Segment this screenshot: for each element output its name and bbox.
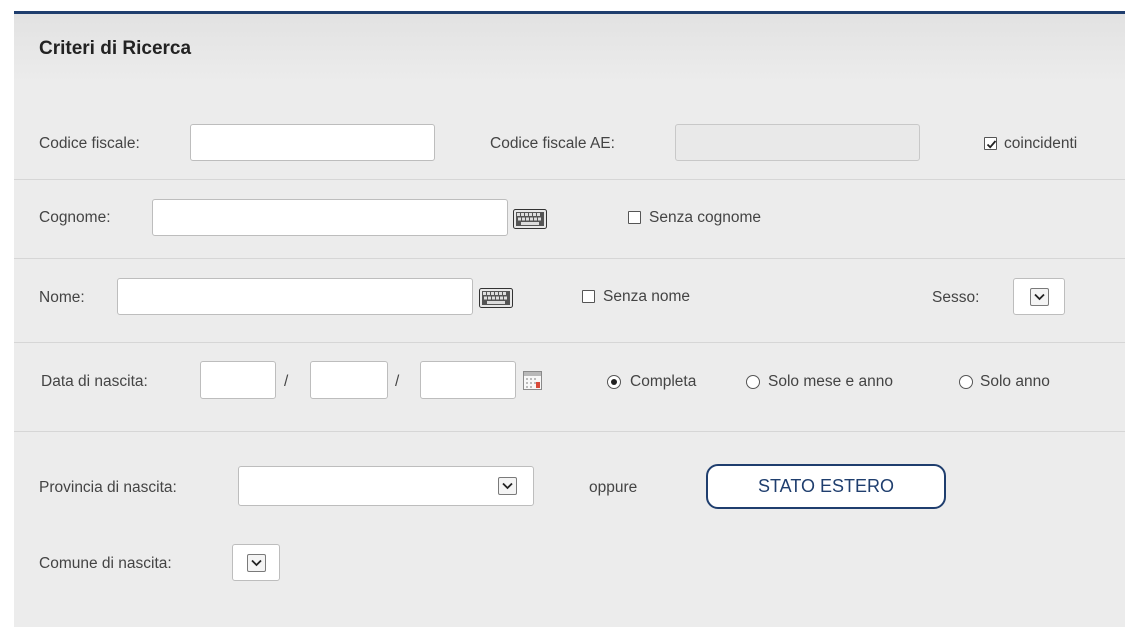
birth-month-input[interactable] xyxy=(310,361,388,399)
search-criteria-panel: Criteri di Ricerca Codice fiscale: Codic… xyxy=(14,11,1125,627)
cognome-input[interactable] xyxy=(152,199,508,236)
radio-solo-anno-label: Solo anno xyxy=(980,373,1050,390)
birth-day-input[interactable] xyxy=(200,361,276,399)
panel-header: Criteri di Ricerca xyxy=(14,14,1125,83)
senza-cognome-label: Senza cognome xyxy=(649,209,762,226)
row-divider xyxy=(14,258,1125,259)
cognome-label: Cognome: xyxy=(39,209,111,226)
data-nascita-label: Data di nascita: xyxy=(41,373,148,390)
radio-solo-mese-anno[interactable] xyxy=(746,375,760,389)
comune-nascita-label: Comune di nascita: xyxy=(39,555,172,572)
date-separator: / xyxy=(395,373,400,390)
codice-fiscale-ae-label: Codice fiscale AE: xyxy=(490,135,615,152)
chevron-down-icon[interactable] xyxy=(1030,288,1049,306)
row-divider xyxy=(14,431,1125,432)
nome-input[interactable] xyxy=(117,278,473,315)
radio-solo-anno[interactable] xyxy=(959,375,973,389)
sesso-select[interactable] xyxy=(1013,278,1065,315)
birth-year-input[interactable] xyxy=(420,361,516,399)
date-separator: / xyxy=(284,373,289,390)
nome-label: Nome: xyxy=(39,289,85,306)
chevron-down-icon[interactable] xyxy=(498,477,517,495)
senza-nome-label: Senza nome xyxy=(603,288,691,305)
comune-select[interactable] xyxy=(232,544,280,581)
codice-fiscale-ae-input[interactable] xyxy=(675,124,920,161)
row-divider xyxy=(14,342,1125,343)
provincia-nascita-label: Provincia di nascita: xyxy=(39,479,177,496)
calendar-icon[interactable] xyxy=(523,371,542,390)
oppure-label: oppure xyxy=(589,479,638,496)
coincidenti-label: coincidenti xyxy=(1004,135,1078,152)
chevron-down-icon[interactable] xyxy=(247,554,266,572)
senza-nome-checkbox[interactable] xyxy=(582,290,595,303)
keyboard-icon[interactable] xyxy=(479,288,513,308)
panel-title: Criteri di Ricerca xyxy=(39,38,192,59)
stato-estero-button[interactable]: STATO ESTERO xyxy=(706,464,946,509)
check-icon xyxy=(986,140,997,149)
codice-fiscale-label: Codice fiscale: xyxy=(39,135,140,152)
sesso-label: Sesso: xyxy=(932,289,980,306)
row-divider xyxy=(14,179,1125,180)
codice-fiscale-input[interactable] xyxy=(190,124,435,161)
provincia-select[interactable] xyxy=(238,466,534,506)
keyboard-icon[interactable] xyxy=(513,209,547,229)
radio-completa[interactable] xyxy=(607,375,621,389)
radio-completa-label: Completa xyxy=(630,373,697,390)
senza-cognome-checkbox[interactable] xyxy=(628,211,641,224)
coincidenti-checkbox[interactable] xyxy=(984,137,997,150)
radio-solo-mese-anno-label: Solo mese e anno xyxy=(768,373,893,390)
